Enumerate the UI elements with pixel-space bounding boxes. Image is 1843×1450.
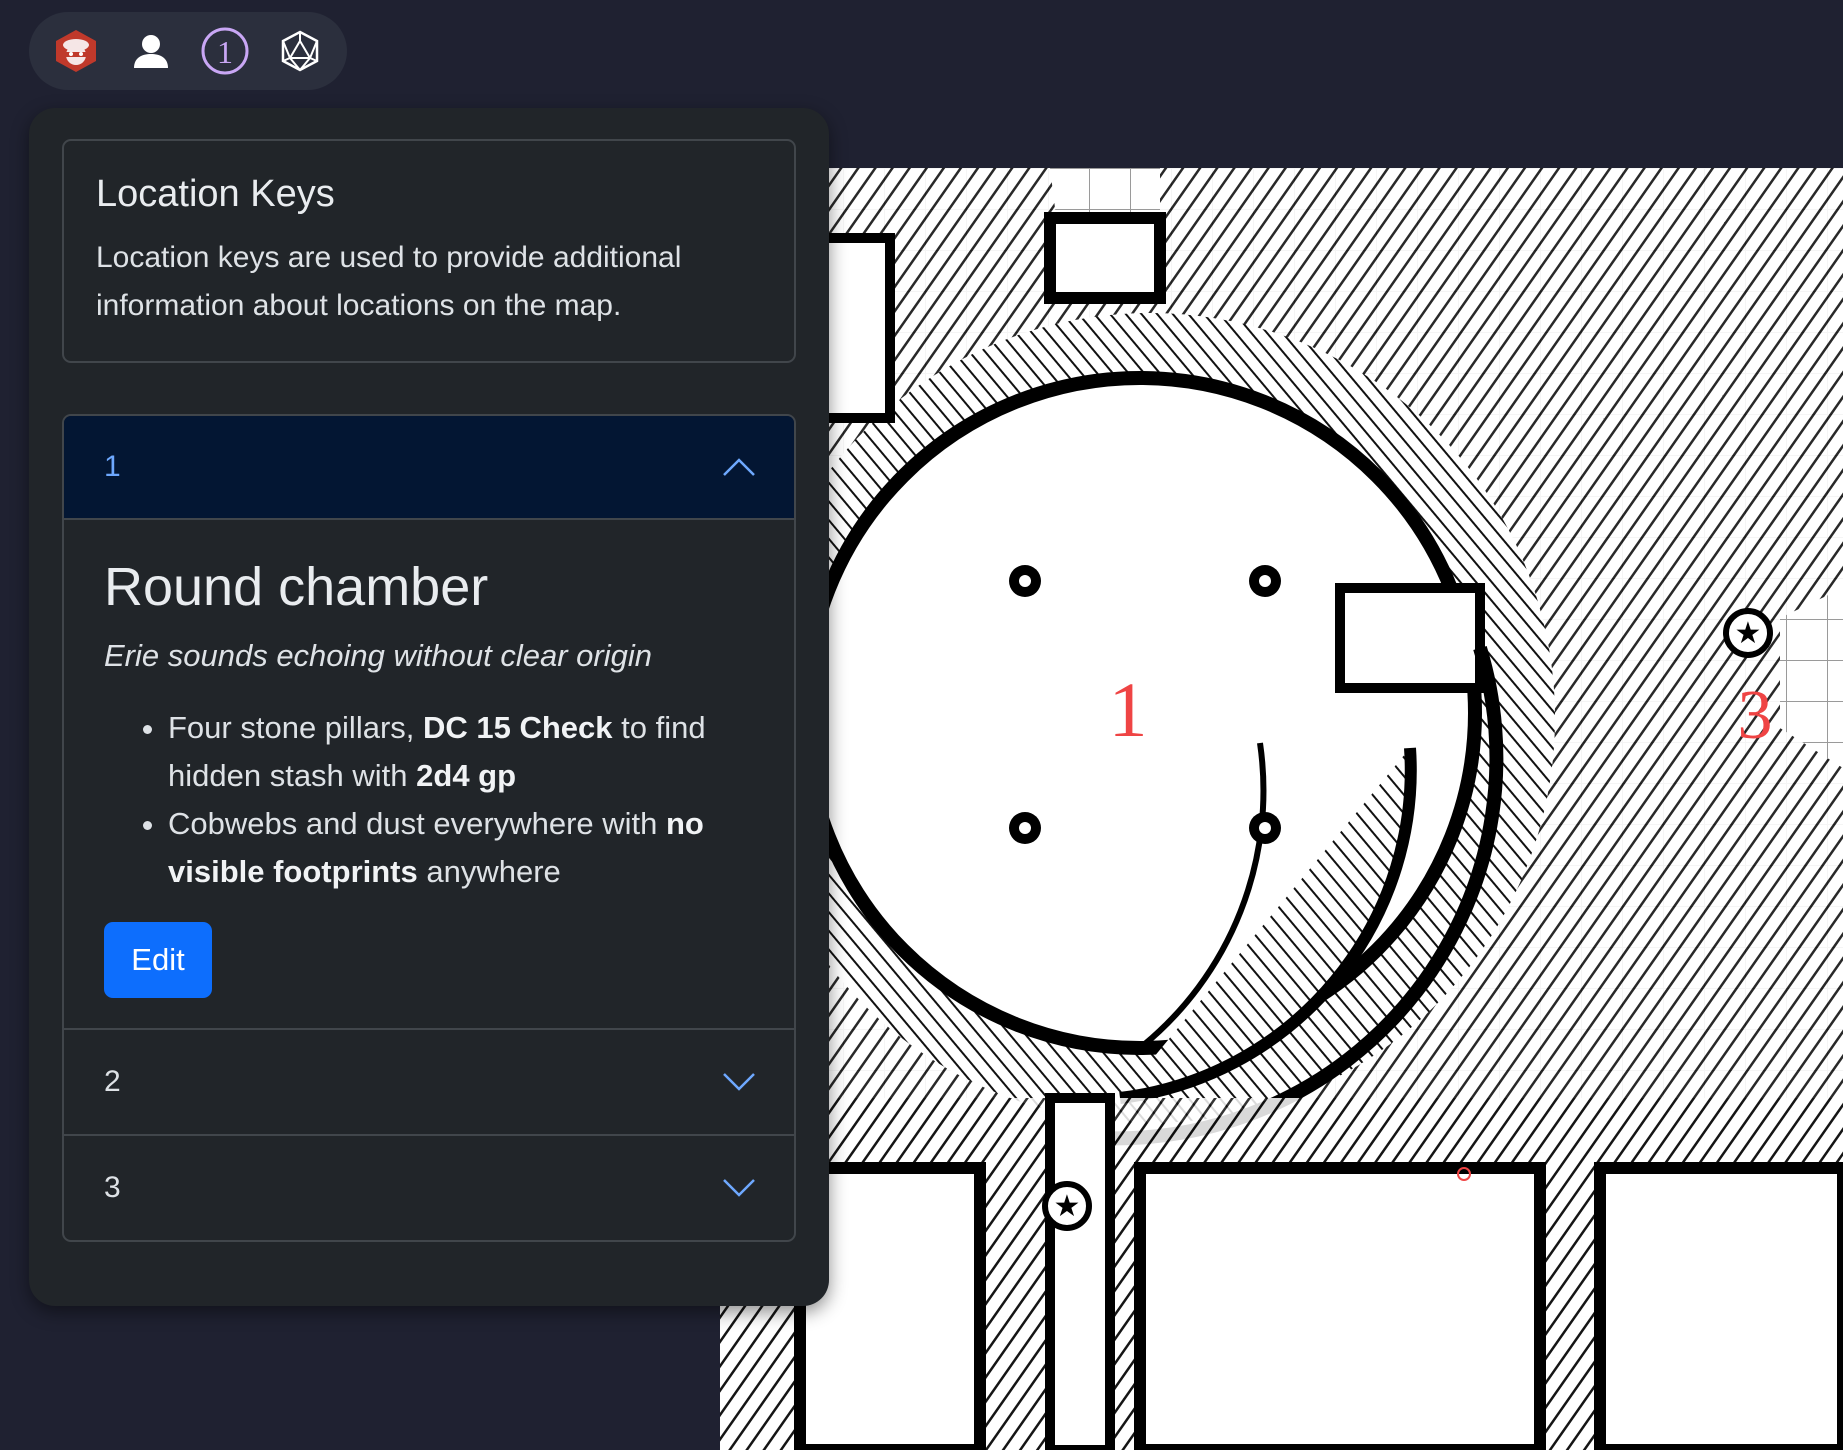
- location-keys-panel: Location Keys Location keys are used to …: [29, 108, 829, 1306]
- circled-one-icon: 1: [201, 27, 249, 75]
- accordion-header-1[interactable]: 1: [64, 416, 794, 520]
- accordion-header-2[interactable]: 2: [64, 1030, 794, 1134]
- top-toolbar: 1: [29, 12, 347, 90]
- list-item: Cobwebs and dust everywhere with no visi…: [168, 800, 754, 896]
- location-subtitle: Erie sounds echoing without clear origin: [104, 638, 652, 673]
- svg-text:1: 1: [217, 34, 233, 70]
- location-details-list: Four stone pillars, DC 15 Check to find …: [104, 704, 754, 896]
- dungeon-map-drawing: ★ ★ 1 2 3: [720, 168, 1843, 1450]
- location-title: Round chamber: [104, 557, 489, 617]
- chevron-down-icon: [723, 1179, 755, 1197]
- panel-description: Location keys are used to provide additi…: [96, 241, 682, 322]
- user-button[interactable]: [123, 23, 179, 79]
- dice-button[interactable]: [272, 23, 328, 79]
- bandit-logo-icon: [56, 30, 97, 72]
- panel-title: Location Keys: [96, 173, 335, 215]
- list-item: Four stone pillars, DC 15 Check to find …: [168, 704, 754, 800]
- edit-button[interactable]: Edit: [104, 922, 212, 998]
- accordion-item-2: 2: [64, 1028, 794, 1134]
- accordion-number-3: 3: [104, 1171, 121, 1204]
- d20-icon: [281, 30, 318, 72]
- info-card: Location Keys Location keys are used to …: [62, 139, 796, 363]
- user-icon: [133, 35, 168, 68]
- map-label-3[interactable]: 3: [1738, 677, 1773, 754]
- app-logo-button[interactable]: [48, 23, 104, 79]
- svg-text:★: ★: [1735, 616, 1762, 651]
- location-keys-button[interactable]: 1: [197, 23, 253, 79]
- accordion-body-1: Round chamber Erie sounds echoing withou…: [64, 520, 794, 1028]
- dungeon-map[interactable]: ★ ★ 1 2 3: [720, 168, 1843, 1450]
- svg-text:★: ★: [1054, 1189, 1081, 1224]
- accordion-header-3[interactable]: 3: [64, 1136, 794, 1240]
- accordion-number-1: 1: [104, 450, 121, 483]
- location-accordion: 1 Round chamber Erie sounds echoing with…: [62, 414, 796, 1242]
- chevron-down-icon: [723, 1073, 755, 1091]
- accordion-item-1: 1 Round chamber Erie sounds echoing with…: [64, 416, 794, 1028]
- accordion-number-2: 2: [104, 1065, 121, 1098]
- map-label-1[interactable]: 1: [1109, 666, 1148, 753]
- accordion-item-3: 3: [64, 1134, 794, 1240]
- chevron-up-icon: [723, 458, 755, 476]
